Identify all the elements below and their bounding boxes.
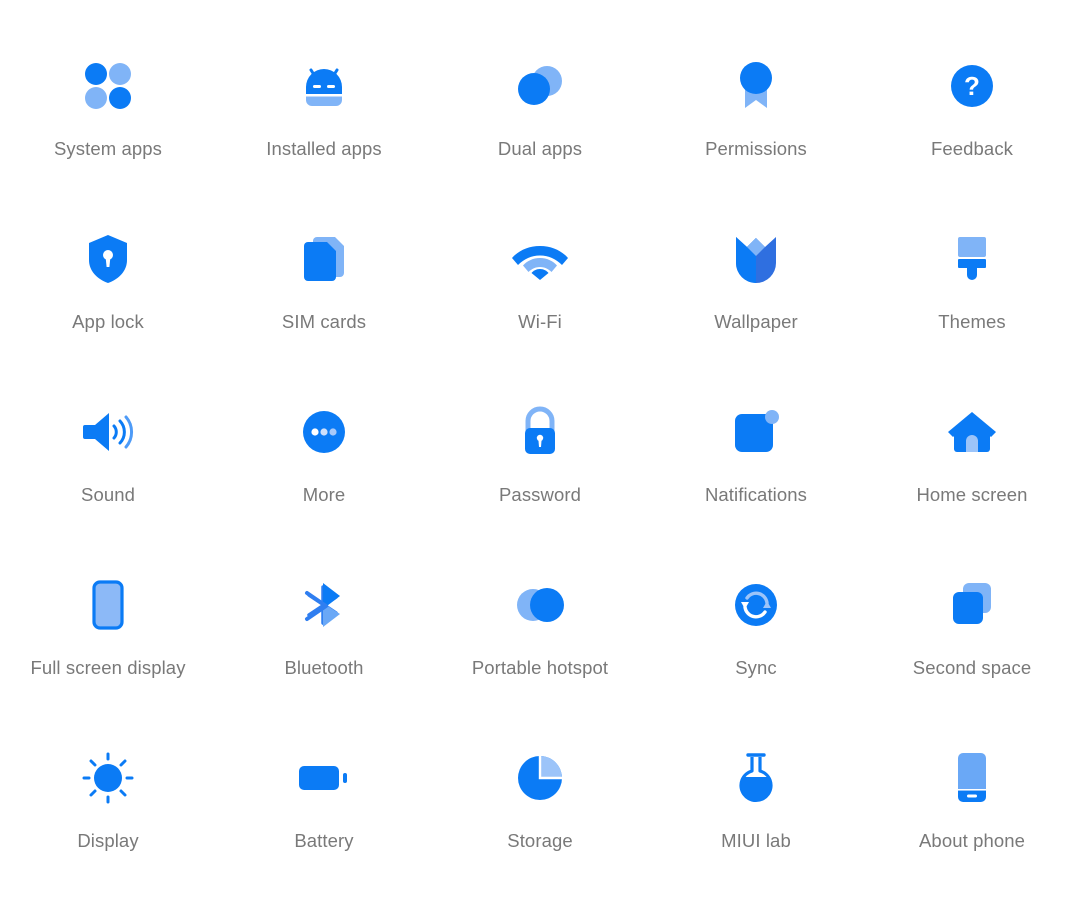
settings-grid: System apps Installed apps Dual apps Per… xyxy=(0,0,1080,921)
settings-item-label: Home screen xyxy=(916,484,1028,505)
settings-item-dual-apps[interactable]: Dual apps xyxy=(432,42,648,215)
padlock-icon xyxy=(508,400,572,464)
settings-item-label: Password xyxy=(498,484,582,505)
flask-icon xyxy=(724,746,788,810)
settings-item-label: Display xyxy=(77,830,139,851)
settings-item-portable-hotspot[interactable]: Portable hotspot xyxy=(432,561,648,734)
settings-item-label: Storage xyxy=(507,830,573,851)
settings-item-label: SIM cards xyxy=(281,311,367,332)
settings-item-notifications[interactable]: Natifications xyxy=(648,388,864,561)
award-ribbon-icon xyxy=(724,54,788,118)
settings-item-label: Themes xyxy=(938,311,1006,332)
settings-item-battery[interactable]: Battery xyxy=(216,734,432,907)
settings-item-label: Wi-Fi xyxy=(518,311,562,332)
settings-item-bluetooth[interactable]: Bluetooth xyxy=(216,561,432,734)
settings-item-feedback[interactable]: ? Feedback xyxy=(864,42,1080,215)
settings-item-label: Permissions xyxy=(705,138,807,159)
settings-item-label: Natifications xyxy=(704,484,808,505)
settings-item-wallpaper[interactable]: Wallpaper xyxy=(648,215,864,388)
settings-item-password[interactable]: Password xyxy=(432,388,648,561)
settings-item-label: Second space xyxy=(912,657,1032,678)
settings-item-label: MIUI lab xyxy=(721,830,791,851)
settings-item-permissions[interactable]: Permissions xyxy=(648,42,864,215)
settings-item-label: Sync xyxy=(735,657,777,678)
paint-brush-icon xyxy=(940,227,1004,291)
phone-device-icon xyxy=(940,746,1004,810)
settings-item-sync[interactable]: Sync xyxy=(648,561,864,734)
top-spacer xyxy=(0,0,1080,42)
settings-item-storage[interactable]: Storage xyxy=(432,734,648,907)
settings-item-about-phone[interactable]: About phone xyxy=(864,734,1080,907)
settings-item-sim-cards[interactable]: SIM cards xyxy=(216,215,432,388)
android-robot-icon xyxy=(292,54,356,118)
settings-item-label: Portable hotspot xyxy=(471,657,609,678)
sun-brightness-icon xyxy=(76,746,140,810)
settings-item-label: System apps xyxy=(53,138,163,159)
shield-keyhole-icon xyxy=(76,227,140,291)
settings-item-label: Sound xyxy=(81,484,135,505)
settings-item-label: Wallpaper xyxy=(714,311,798,332)
settings-item-system-apps[interactable]: System apps xyxy=(0,42,216,215)
settings-item-label: Dual apps xyxy=(497,138,583,159)
two-circles-hotspot-icon xyxy=(508,573,572,637)
settings-item-installed-apps[interactable]: Installed apps xyxy=(216,42,432,215)
sync-arrows-circle-icon xyxy=(724,573,788,637)
settings-item-label: Bluetooth xyxy=(284,657,364,678)
settings-item-label: App lock xyxy=(72,311,144,332)
settings-item-full-screen-display[interactable]: Full screen display xyxy=(0,561,216,734)
settings-item-more[interactable]: More xyxy=(216,388,432,561)
speaker-waves-icon xyxy=(76,400,140,464)
settings-item-themes[interactable]: Themes xyxy=(864,215,1080,388)
house-icon xyxy=(940,400,1004,464)
settings-item-second-space[interactable]: Second space xyxy=(864,561,1080,734)
battery-icon xyxy=(292,746,356,810)
settings-item-label: More xyxy=(302,484,346,505)
four-circles-icon xyxy=(76,54,140,118)
sim-cards-stack-icon xyxy=(292,227,356,291)
tulip-flower-icon xyxy=(724,227,788,291)
settings-item-display[interactable]: Display xyxy=(0,734,216,907)
settings-item-miui-lab[interactable]: MIUI lab xyxy=(648,734,864,907)
question-mark-circle-icon: ? xyxy=(940,54,1004,118)
two-rounded-squares-icon xyxy=(940,573,1004,637)
wifi-signal-icon xyxy=(508,227,572,291)
settings-item-home-screen[interactable]: Home screen xyxy=(864,388,1080,561)
settings-item-sound[interactable]: Sound xyxy=(0,388,216,561)
settings-item-label: About phone xyxy=(918,830,1026,851)
two-overlapping-circles-icon xyxy=(508,54,572,118)
settings-item-wifi[interactable]: Wi-Fi xyxy=(432,215,648,388)
pie-chart-icon xyxy=(508,746,572,810)
ellipsis-circle-icon xyxy=(292,400,356,464)
settings-item-label: Feedback xyxy=(930,138,1014,159)
settings-item-label: Battery xyxy=(294,830,354,851)
svg-text:?: ? xyxy=(964,71,980,101)
settings-item-app-lock[interactable]: App lock xyxy=(0,215,216,388)
settings-item-label: Installed apps xyxy=(266,138,382,159)
bluetooth-icon xyxy=(292,573,356,637)
phone-outline-icon xyxy=(76,573,140,637)
settings-item-label: Full screen display xyxy=(30,657,186,678)
rounded-square-badge-icon xyxy=(724,400,788,464)
